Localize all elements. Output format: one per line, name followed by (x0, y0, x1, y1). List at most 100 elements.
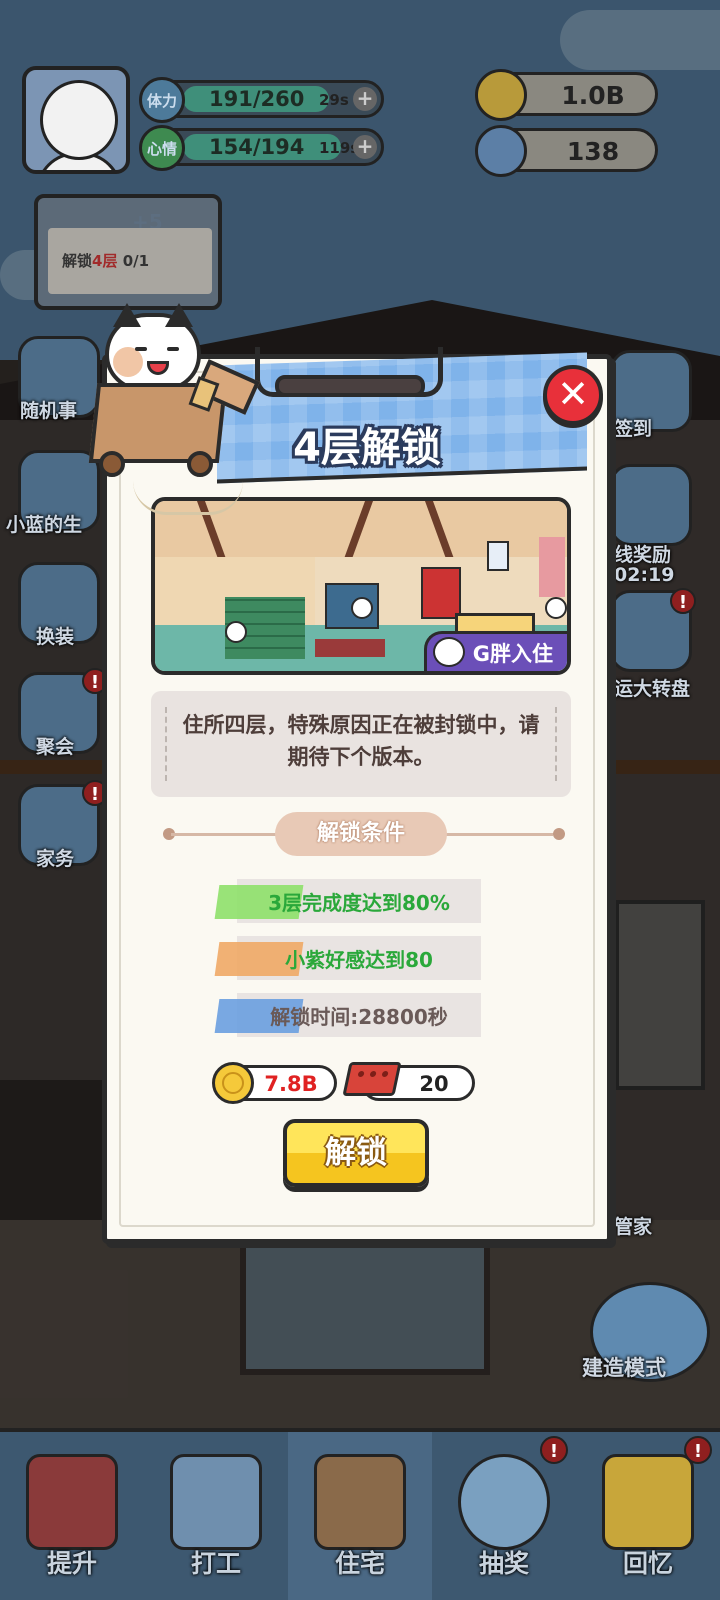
brick-cost-value: 20 (419, 1072, 449, 1096)
cat-head (105, 303, 201, 391)
preview-character (545, 597, 567, 619)
checkin-label: 签到 (614, 418, 653, 440)
gold-coin-icon (212, 1062, 254, 1104)
nav-lottery-label: 抽奖 (478, 1549, 529, 1578)
gold-coin-icon (475, 69, 527, 121)
mood-value: 154/194 (209, 135, 305, 159)
cat-eye (135, 347, 147, 351)
box-wheel (99, 451, 125, 477)
bottom-navigation: 提升 打工 住宅 抽奖 ! 回忆 ! (0, 1428, 720, 1600)
memories-alert-icon: ! (684, 1436, 712, 1464)
diamond-icon (475, 125, 527, 177)
resident-tag-text: G胖入住 (472, 642, 553, 666)
brick-icon (342, 1062, 402, 1096)
gacha-machine-icon (458, 1454, 550, 1550)
preview-character (225, 621, 247, 643)
online-reward-label: 线奖励 (614, 544, 672, 566)
gem-counter[interactable]: 138 (475, 125, 658, 177)
mood-bar: 心情 154/194 119s + (139, 125, 384, 171)
box-wheel (187, 451, 213, 477)
gold-cost: 7.8B (212, 1062, 337, 1104)
butler-label[interactable]: 管家 (614, 1212, 652, 1239)
nav-upgrade-label: 提升 (46, 1549, 97, 1578)
housework-label: 家务 (36, 848, 75, 870)
dialog-title: 4层解锁 (293, 425, 441, 471)
task-inner: 解锁4层 0/1 (48, 228, 212, 294)
lottery-alert-icon: ! (540, 1436, 568, 1464)
cat-in-box-mascot (83, 303, 263, 515)
party-label: 聚会 (36, 736, 75, 758)
nav-house-label: 住宅 (334, 1549, 385, 1578)
build-mode-label: 建造模式 (582, 1356, 666, 1380)
gold-cost-value: 7.8B (264, 1072, 318, 1096)
resident-face-icon (432, 637, 465, 667)
brick-hole (369, 1071, 377, 1077)
stamina-timer: 29s (319, 91, 349, 109)
conditions-header: 解锁条件 (275, 812, 447, 856)
brick-hole (357, 1071, 365, 1077)
preview-character (351, 597, 373, 619)
nav-lottery[interactable]: 抽奖 ! (432, 1432, 576, 1600)
cat-ear (165, 303, 193, 327)
condition-text: 解锁时间:28800秒 (270, 1005, 448, 1029)
preview-curtain (539, 537, 565, 597)
stamina-value: 191/260 (209, 87, 305, 111)
unlock-floor-dialog: 4层解锁 ✕ G胖入住 住所四层，特殊原因正在被封锁中，请期待下个版本。 解锁条… (88, 303, 612, 1244)
header-line (171, 833, 279, 836)
brick-hole (381, 1071, 389, 1077)
stamina-plus-button[interactable]: + (353, 87, 377, 111)
cat-mouth (147, 361, 169, 375)
condition-row: 3层完成度达到80% (214, 879, 481, 923)
nav-upgrade[interactable]: 提升 (0, 1432, 144, 1600)
avatar-face (40, 80, 118, 160)
close-button[interactable]: ✕ (543, 365, 603, 425)
player-avatar[interactable] (22, 66, 130, 174)
cat-patch (113, 347, 143, 377)
dumbbell-icon: 体力 (139, 77, 185, 123)
dress-up-label: 换装 (36, 626, 75, 648)
preview-poster (487, 541, 509, 571)
condition-row: 小紫好感达到80 (214, 936, 481, 980)
nav-house[interactable]: 住宅 (288, 1432, 432, 1600)
resident-tag: G胖入住 (423, 631, 567, 671)
lucky-wheel-label: 运大转盘 (614, 678, 691, 700)
task-text: 解锁4层 0/1 (62, 252, 150, 270)
coin-face (222, 1072, 244, 1094)
description-note: 住所四层，特殊原因正在被封锁中，请期待下个版本。 (151, 691, 571, 797)
preview-cabinet (421, 567, 461, 619)
cat-ear (113, 303, 141, 327)
header-line (443, 833, 553, 836)
gold-value: 1.0B (561, 81, 625, 110)
header-dot (553, 828, 565, 840)
gem-value: 138 (566, 137, 620, 166)
brick-cost: 20 (342, 1062, 475, 1101)
floor-preview-image: G胖入住 (151, 497, 571, 675)
nav-work[interactable]: 打工 (144, 1432, 288, 1600)
preview-rug (315, 639, 385, 657)
work-icon (170, 1454, 262, 1550)
online-reward-timer: 02:19 (614, 564, 675, 586)
heart-icon: 心情 (139, 125, 185, 171)
clipboard-clip-bar (275, 375, 425, 397)
random-event-label: 随机事 (20, 400, 78, 422)
unlock-button[interactable]: 解锁 (283, 1119, 429, 1187)
xiaolan-life-label: 小蓝的生 (6, 514, 83, 536)
camera-icon (602, 1454, 694, 1550)
book-icon (26, 1454, 118, 1550)
condition-text: 3层完成度达到80% (268, 891, 450, 915)
cat-eye (167, 347, 179, 351)
task-card[interactable]: +5 解锁4层 0/1 (34, 194, 222, 310)
stamina-bar: 体力 191/260 29s + (139, 77, 384, 123)
lucky-wheel-alert-icon: ! (670, 588, 696, 614)
condition-row: 解锁时间:28800秒 (214, 993, 481, 1037)
nav-work-label: 打工 (190, 1549, 241, 1578)
description-text: 住所四层，特殊原因正在被封锁中，请期待下个版本。 (182, 713, 540, 769)
gold-counter[interactable]: 1.0B (475, 69, 658, 121)
house-icon (314, 1454, 406, 1550)
nav-memories-label: 回忆 (622, 1549, 673, 1578)
online-reward-button[interactable] (610, 464, 692, 546)
pull-string (133, 481, 243, 515)
mood-plus-button[interactable]: + (353, 135, 377, 159)
condition-text: 小紫好感达到80 (285, 948, 433, 972)
nav-memories[interactable]: 回忆 ! (576, 1432, 720, 1600)
